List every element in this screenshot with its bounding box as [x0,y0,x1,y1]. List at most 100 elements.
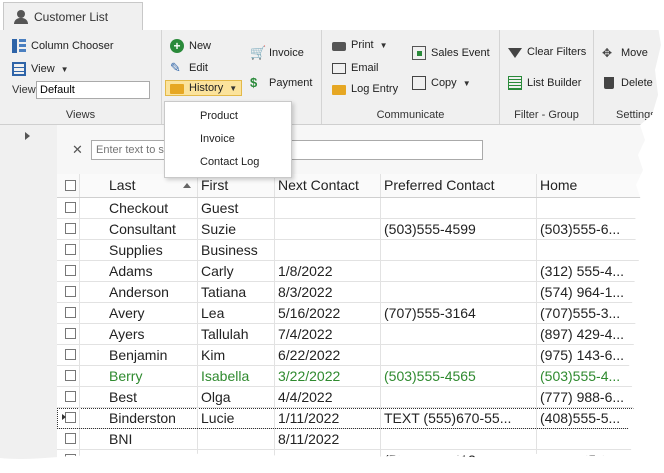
cell-work[interactable] [645,387,664,407]
cell-next-contact[interactable]: 5/16/2022 [275,303,381,323]
view-menu-button[interactable]: View ▼ [12,62,69,76]
cell-next-contact[interactable]: 1/11/2022 [275,408,381,428]
table-row[interactable]: Binderston Lucie 1/11/2022 TEXT (555)670-55… [57,408,664,429]
cell-work[interactable] [645,198,664,218]
cell-next-contact[interactable] [275,198,381,218]
cell-last[interactable]: Berry [80,366,198,386]
row-checkbox[interactable] [65,391,76,402]
cell-preferred-contact[interactable] [381,429,537,449]
cell-work[interactable] [645,282,664,302]
history-menu-item-contact-log[interactable]: Contact Log [200,156,259,168]
cell-preferred-contact[interactable]: TEXT (555)670-55... [381,408,537,428]
cell-last[interactable]: Ayers [80,324,198,344]
cell-last[interactable]: Adams [80,261,198,281]
log-entry-button[interactable]: Log Entry [332,83,398,95]
cell-home[interactable]: (707)555-3... [537,303,645,323]
cell-home[interactable]: (408)555-5... [537,408,645,428]
cell-last[interactable]: Checkout [80,198,198,218]
row-checkbox[interactable] [65,328,76,339]
table-row[interactable]: (503)555-7412 (503)555-8... [57,450,664,471]
move-button[interactable]: ✥ Move [602,46,648,60]
expand-arrow-icon[interactable] [25,132,30,140]
cell-first[interactable]: Lucie [198,408,275,428]
cell-last[interactable]: Consultant [80,219,198,239]
table-row[interactable]: Checkout Guest [57,198,664,219]
invoice-button[interactable]: 🛒 Invoice [250,46,304,60]
cell-first[interactable] [198,429,275,449]
row-checkbox[interactable] [65,223,76,234]
cell-preferred-contact[interactable]: (707)555-3164 [381,303,537,323]
cell-last[interactable]: Benjamin [80,345,198,365]
select-all-checkbox[interactable] [65,180,76,191]
delete-button[interactable]: Delete [602,76,653,90]
cell-preferred-contact[interactable] [381,387,537,407]
cell-preferred-contact[interactable]: (503)555-4565 [381,366,537,386]
cell-work[interactable] [645,450,664,470]
clear-filters-button[interactable]: Clear Filters [508,46,586,58]
cell-home[interactable]: (312) 555-4... [537,261,645,281]
email-button[interactable]: Email [332,61,379,74]
cell-work[interactable] [645,324,664,344]
table-row[interactable]: Benjamin Kim 6/22/2022 (975) 143-6... [57,345,664,366]
cell-first[interactable]: Lea [198,303,275,323]
cell-first[interactable]: Business [198,240,275,260]
table-row[interactable]: Anderson Tatiana 8/3/2022 (574) 964-1... [57,282,664,303]
cell-home[interactable] [537,198,645,218]
cell-preferred-contact[interactable] [381,345,537,365]
row-checkbox[interactable] [65,244,76,255]
row-checkbox[interactable] [65,307,76,318]
new-button[interactable]: + New [170,39,211,53]
cell-home[interactable]: (897) 429-4... [537,324,645,344]
edit-button[interactable]: ✎ Edit [170,61,208,75]
cell-home[interactable]: (574) 964-1... [537,282,645,302]
cell-first[interactable]: Kim [198,345,275,365]
column-header-home[interactable]: Home [537,174,645,197]
row-checkbox[interactable] [65,286,76,297]
row-checkbox[interactable] [65,349,76,360]
column-header-work[interactable]: W [645,174,664,197]
cell-last[interactable]: Avery [80,303,198,323]
cell-home[interactable] [537,240,645,260]
close-icon[interactable]: ✕ [72,142,83,158]
cell-next-contact[interactable] [275,219,381,239]
cell-preferred-contact[interactable]: (503)555-7412 [381,450,537,470]
cell-work[interactable] [645,345,664,365]
cell-preferred-contact[interactable] [381,324,537,344]
cell-work[interactable] [645,429,664,449]
cell-home[interactable]: (503)555-6... [537,219,645,239]
cell-next-contact[interactable]: 8/3/2022 [275,282,381,302]
table-row[interactable]: Adams Carly 1/8/2022 (312) 555-4... [57,261,664,282]
cell-first[interactable]: Isabella [198,366,275,386]
cell-next-contact[interactable]: 4/4/2022 [275,387,381,407]
row-checkbox[interactable] [65,412,76,423]
sales-event-button[interactable]: Sales Event [412,46,490,60]
cell-preferred-contact[interactable] [381,261,537,281]
row-checkbox[interactable] [65,454,76,465]
cell-first[interactable]: Suzie [198,219,275,239]
cell-first[interactable]: Olga [198,387,275,407]
cell-home[interactable]: (777) 988-6... [537,387,645,407]
cell-home[interactable]: (503)555-4... [537,366,645,386]
table-row[interactable]: BNI 8/11/2022 [57,429,664,450]
cell-work[interactable] [645,240,664,260]
history-menu-item-invoice[interactable]: Invoice [200,133,235,145]
cell-preferred-contact[interactable] [381,198,537,218]
customer-list-tab[interactable]: Customer List [3,2,143,30]
print-button[interactable]: Print ▼ [332,39,388,51]
table-row[interactable]: Supplies Business [57,240,664,261]
cell-first[interactable]: Tatiana [198,282,275,302]
table-row[interactable]: Ayers Tallulah 7/4/2022 (897) 429-4... [57,324,664,345]
cell-home[interactable] [537,429,645,449]
cell-preferred-contact[interactable] [381,282,537,302]
cell-last[interactable]: Binderston [80,408,198,428]
cell-first[interactable]: Carly [198,261,275,281]
payment-button[interactable]: $ Payment [250,76,312,90]
column-chooser-button[interactable]: Column Chooser [12,39,114,53]
table-row[interactable]: Best Olga 4/4/2022 (777) 988-6... [57,387,664,408]
cell-next-contact[interactable]: 3/22/2022 [275,366,381,386]
cell-next-contact[interactable] [275,450,381,470]
table-row[interactable]: Consultant Suzie (503)555-4599 (503)555-6..… [57,219,664,240]
view-select-input[interactable] [36,81,150,99]
column-header-preferred-contact[interactable]: Preferred Contact [381,174,537,197]
cell-last[interactable]: BNI [80,429,198,449]
